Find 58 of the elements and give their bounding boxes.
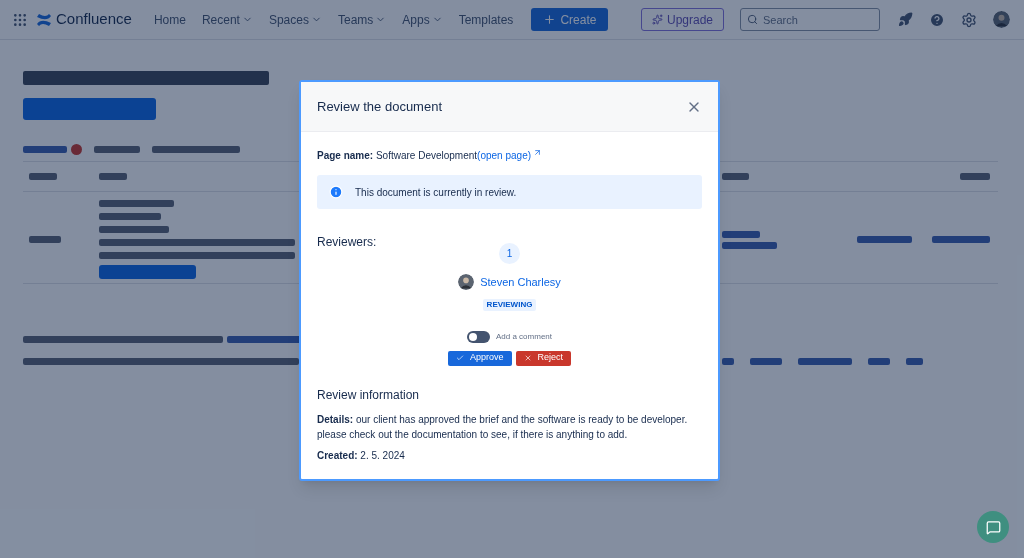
created-text: Created: 2. 5. 2024 [317,448,406,463]
blurred-text [29,173,57,180]
page-name-text: Page name: Software Development [317,149,478,163]
nav-item[interactable]: Spaces [262,10,328,29]
external-link-icon [533,148,543,157]
help-icon[interactable] [929,11,945,28]
blurred-text [722,358,734,365]
status-lozenge: REVIEWING [482,298,537,311]
search-field[interactable]: Search [740,8,880,31]
toggle-label: Add a comment [496,330,552,343]
chat-icon [985,519,1001,535]
nav-item[interactable]: Teams [331,10,393,29]
blurred-text [722,173,749,180]
blurred-text [960,173,990,180]
nav-item[interactable]: Templates [452,10,520,29]
blurred-text [868,358,890,365]
blurred-text [94,146,140,153]
blurred-text [99,226,169,233]
comment-toggle[interactable] [467,330,490,343]
rocket-icon[interactable] [898,12,913,27]
plus-icon [543,13,557,26]
info-text: This document is currently in review. [355,185,517,200]
blurred-text [906,358,923,365]
product-name[interactable]: Confluence [56,8,132,31]
details-text: Details: our client has approved the brief and the software is ready to be developer. please check out the documentation to see, if there is anything to add. [317,412,689,442]
user-avatar [993,11,1010,28]
section-heading: Review information [317,386,421,404]
reviewer-avatar [458,274,475,291]
sparkle-icon [651,14,663,25]
blurred-text [99,213,161,220]
blurred-text [23,146,67,153]
blurred-text [798,358,852,365]
blurred-text [99,173,127,180]
app-switcher-icon[interactable] [12,11,28,28]
reviewer-count: 1 [499,243,520,264]
nav-item[interactable]: Apps [396,10,449,29]
reject-button[interactable]: Reject [515,350,571,366]
blurred-text [722,241,777,249]
nav-item[interactable]: Home [147,10,192,29]
search-icon [747,14,758,25]
check-icon [455,354,464,362]
close-icon [523,354,532,362]
info-icon [329,185,343,199]
approve-button[interactable]: Approve [447,350,512,366]
upgrade-button[interactable]: Upgrade [640,8,724,31]
logo-icon [36,11,52,28]
blurred-text [857,236,912,243]
blurred-text [722,230,760,238]
dialog-title: Review the document [317,97,442,116]
create-button[interactable]: Create [531,8,609,31]
reviewers-heading: Reviewers: [317,234,378,251]
blurred-text [932,236,990,243]
reviewer-name[interactable]: Steven Charlesy [480,274,561,291]
open-page-link[interactable]: (open page) [477,148,532,163]
nav-item[interactable]: Recent [195,10,259,29]
blurred-text [29,236,61,243]
blurred-text [750,358,782,365]
settings-icon[interactable] [961,11,977,28]
